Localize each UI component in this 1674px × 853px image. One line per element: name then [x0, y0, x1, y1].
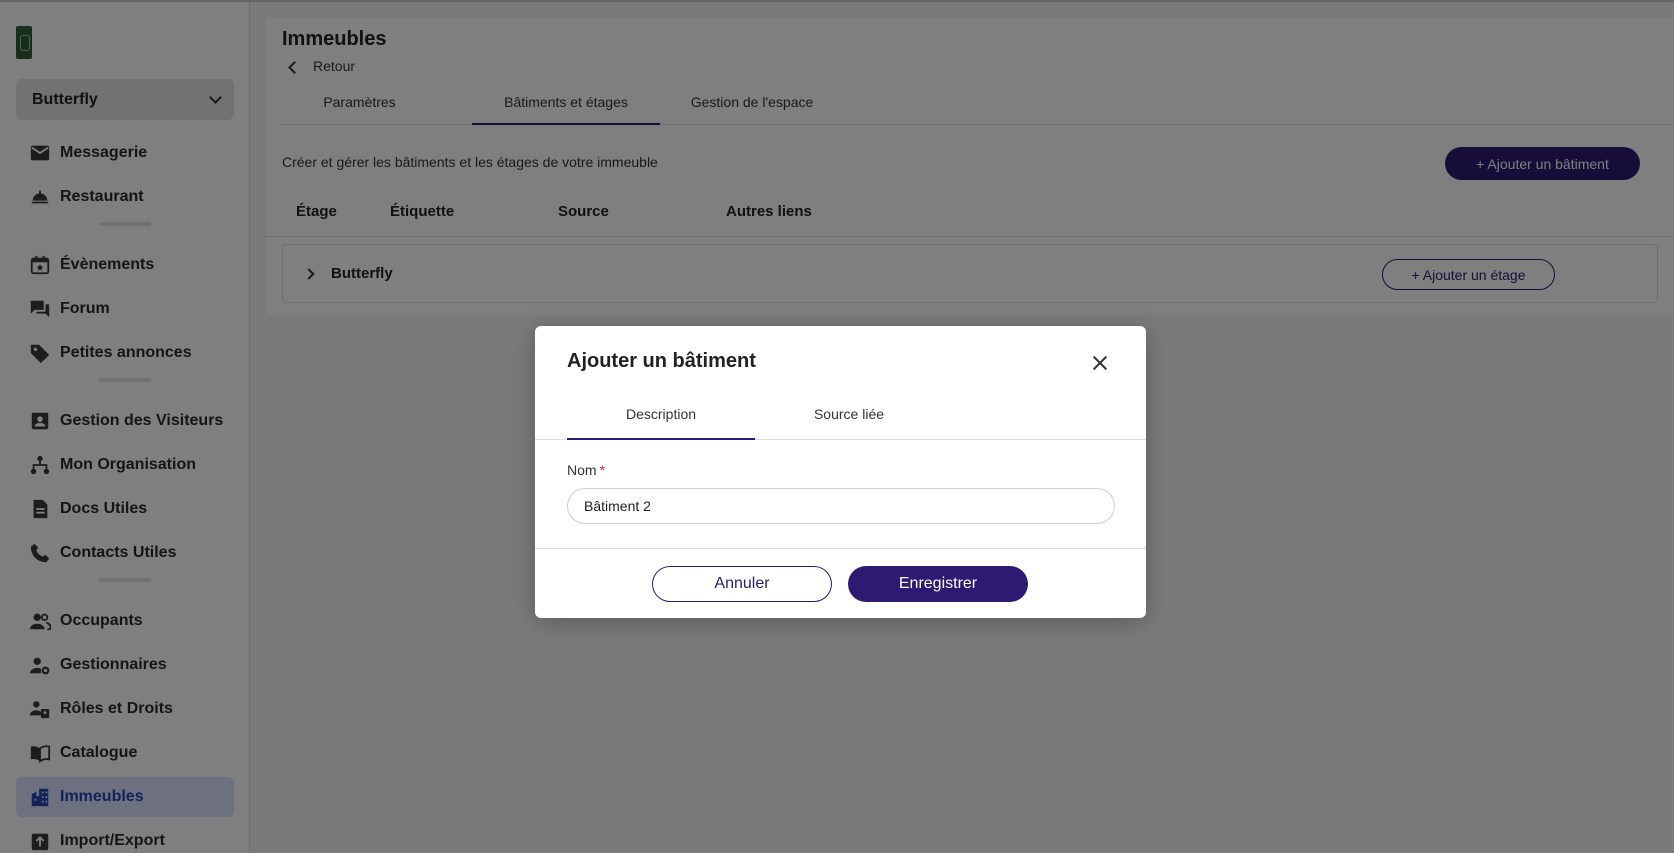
name-field-label: Nom * — [567, 462, 605, 478]
tab-description[interactable]: Description — [567, 404, 755, 440]
name-label-text: Nom — [567, 462, 597, 478]
close-icon[interactable] — [1089, 352, 1111, 374]
save-button[interactable]: Enregistrer — [848, 566, 1028, 602]
modal-footer: Annuler Enregistrer — [535, 548, 1146, 618]
tab-source-liee[interactable]: Source liée — [755, 404, 943, 440]
modal-tabs: Description Source liée — [535, 404, 1146, 440]
modal-title: Ajouter un bâtiment — [567, 350, 756, 372]
cancel-button[interactable]: Annuler — [652, 566, 832, 602]
required-mark: * — [599, 462, 606, 478]
name-input[interactable] — [567, 488, 1115, 524]
add-building-modal: Ajouter un bâtiment Description Source l… — [535, 326, 1146, 618]
